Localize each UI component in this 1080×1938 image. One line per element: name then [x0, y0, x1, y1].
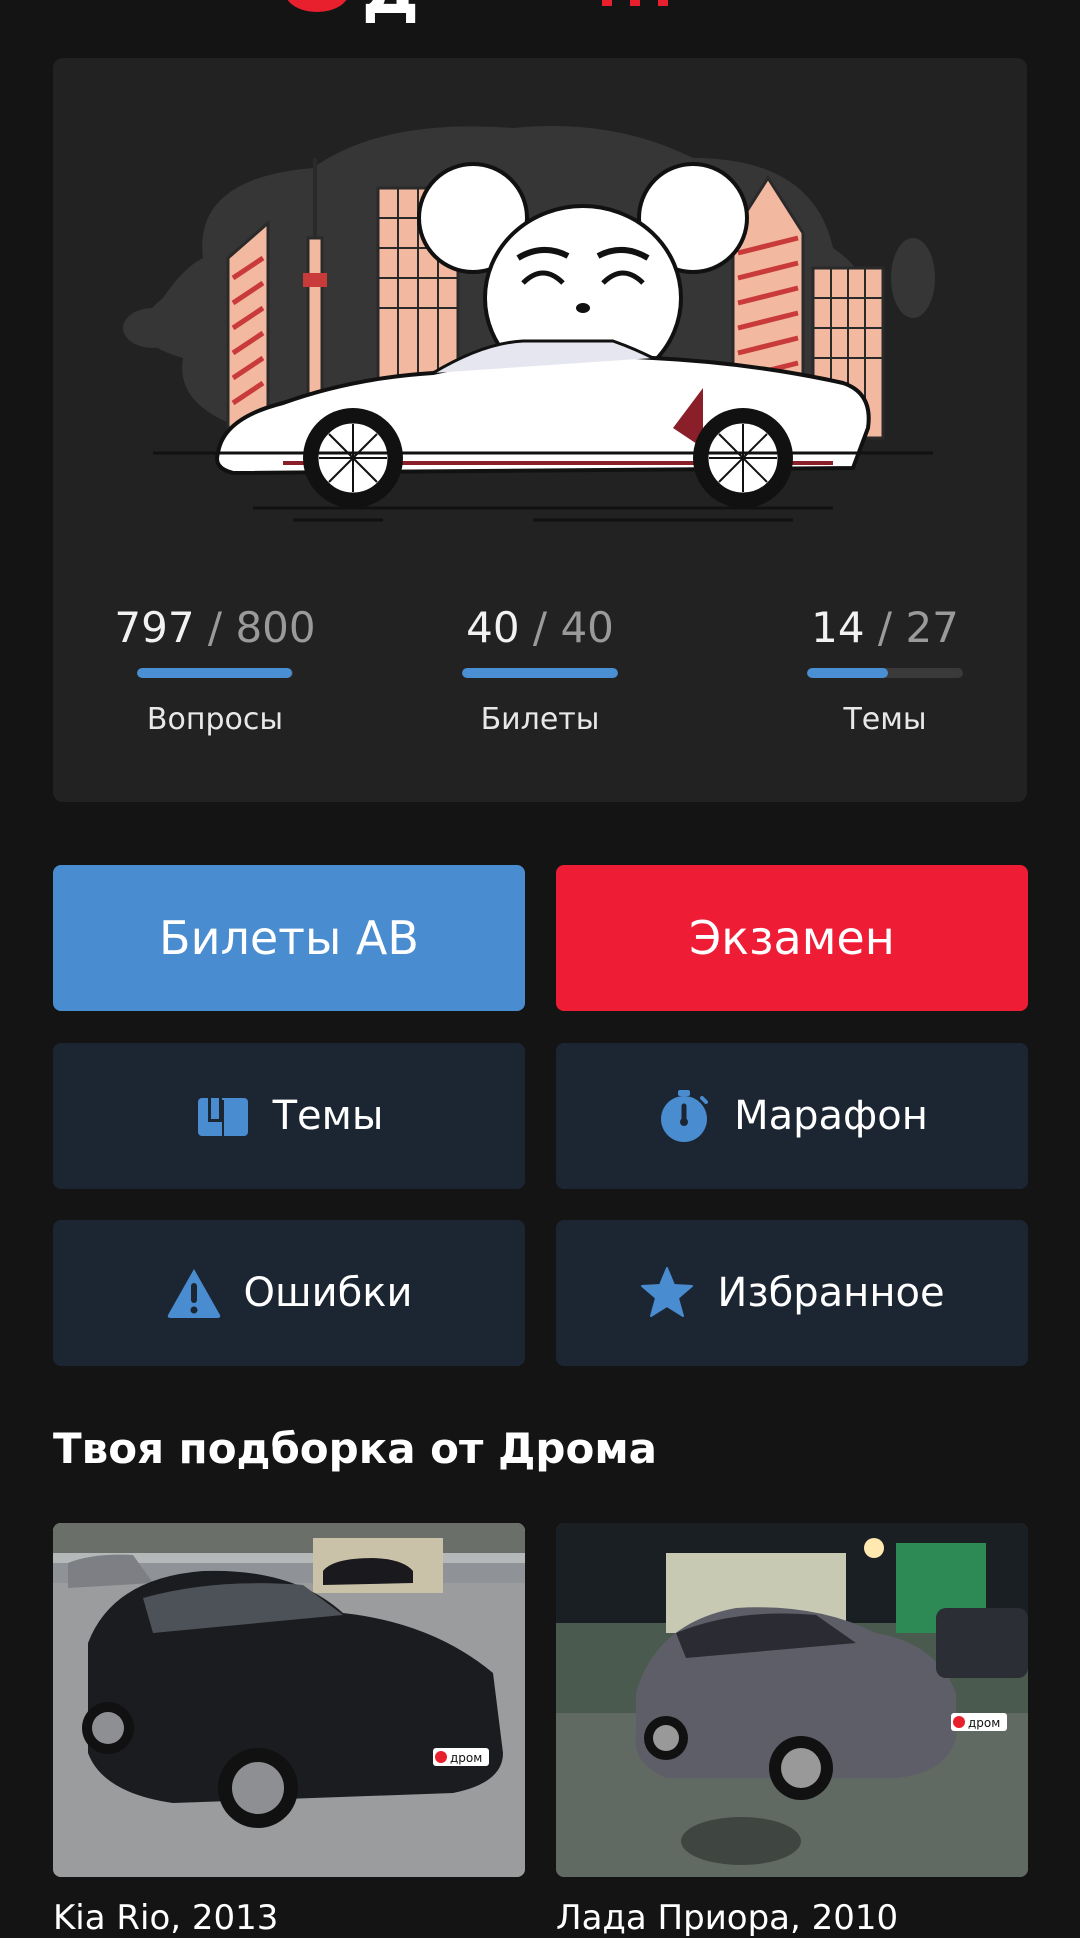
marathon-button[interactable]: Марафон — [556, 1043, 1028, 1189]
badge-text: дром — [450, 1751, 482, 1765]
stopwatch-icon — [661, 1090, 709, 1142]
logo-icon — [285, 0, 349, 12]
stat-current: 40 — [466, 603, 520, 652]
stat-current: 14 — [811, 603, 865, 652]
stat-tickets: 40 / 40 Билеты — [410, 598, 670, 737]
car-card[interactable]: дром — [556, 1523, 1028, 1877]
topics-button[interactable]: Темы — [53, 1043, 525, 1189]
tickets-button-label: Билеты АВ — [159, 911, 419, 965]
stat-total: 40 — [560, 603, 614, 652]
top-bar: Д — [0, 0, 1080, 30]
logo-mark: Д — [362, 0, 419, 24]
section-title: Твоя подборка от Дрома — [53, 1424, 657, 1473]
book-icon — [197, 1098, 248, 1136]
hero-illustration — [123, 126, 935, 522]
topics-button-label: Темы — [272, 1093, 384, 1139]
logo-accent — [602, 0, 682, 6]
star-icon — [641, 1267, 694, 1317]
progress-bar — [462, 668, 618, 678]
stat-separator: / — [207, 603, 223, 652]
favorites-button-label: Избранное — [717, 1270, 945, 1316]
car-caption[interactable]: Kia Rio, 2013 — [53, 1898, 278, 1938]
progress-card: 797 / 800 Вопросы 40 / 40 Билеты 14 / 27… — [53, 58, 1027, 802]
stat-total: 27 — [905, 603, 959, 652]
marathon-button-label: Марафон — [734, 1093, 928, 1139]
warning-icon — [167, 1269, 220, 1318]
progress-bar — [807, 668, 963, 678]
car-card[interactable]: дром — [53, 1523, 525, 1877]
stat-topics: 14 / 27 Темы — [755, 598, 1015, 737]
stat-total: 800 — [235, 603, 316, 652]
mistakes-button[interactable]: Ошибки — [53, 1220, 525, 1366]
stat-label: Билеты — [480, 702, 600, 737]
exam-button-label: Экзамен — [689, 911, 895, 965]
car-photo: дром — [556, 1523, 1028, 1877]
stat-current: 797 — [114, 603, 195, 652]
stat-label: Вопросы — [146, 702, 284, 737]
stat-separator: / — [877, 603, 893, 652]
stat-label: Темы — [843, 702, 927, 737]
progress-bar — [137, 668, 293, 678]
badge-text: дром — [968, 1716, 1000, 1730]
car-caption[interactable]: Лада Приора, 2010 — [556, 1898, 898, 1938]
stat-questions: 797 / 800 Вопросы — [85, 598, 345, 737]
tickets-button[interactable]: Билеты АВ — [53, 865, 525, 1011]
mistakes-button-label: Ошибки — [243, 1270, 413, 1316]
stat-separator: / — [532, 603, 548, 652]
favorites-button[interactable]: Избранное — [556, 1220, 1028, 1366]
car-photo: дром — [53, 1523, 525, 1877]
exam-button[interactable]: Экзамен — [556, 865, 1028, 1011]
